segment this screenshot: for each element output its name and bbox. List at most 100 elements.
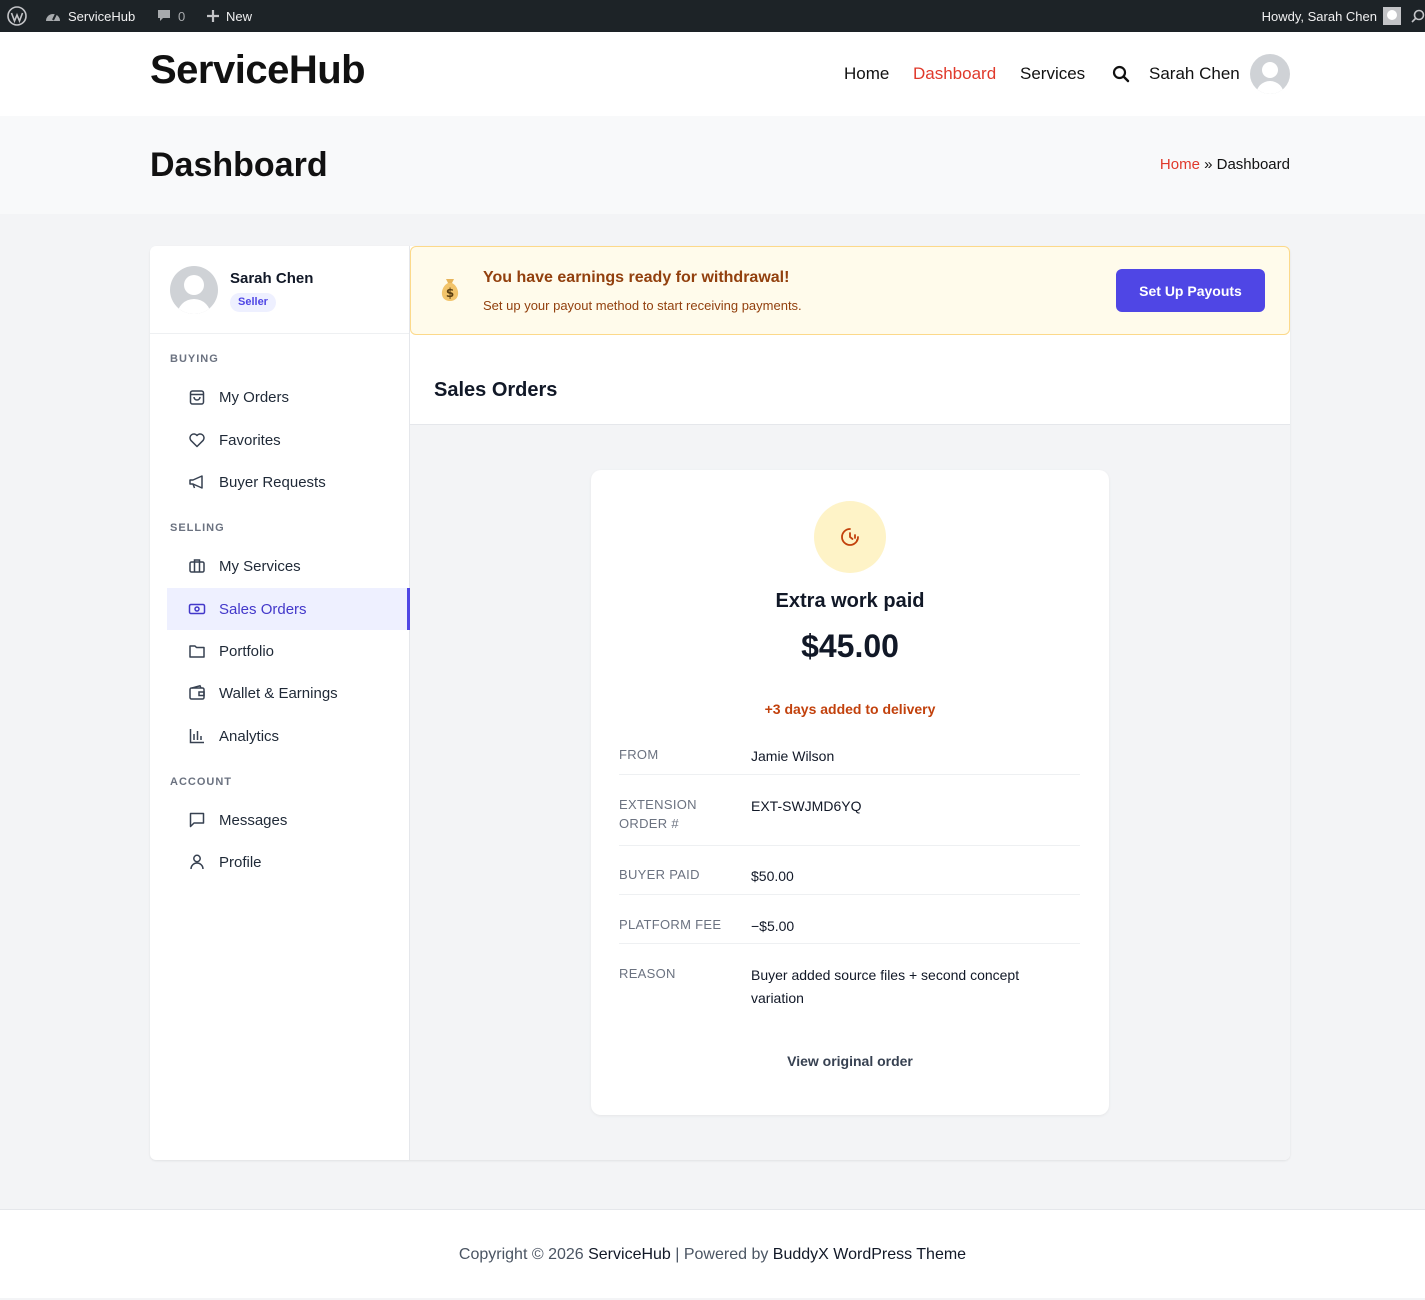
shopping-bag-icon xyxy=(187,387,207,407)
role-badge: Seller xyxy=(230,293,276,312)
sidebar-item-analytics[interactable]: Analytics xyxy=(167,715,410,757)
sidebar-user-name: Sarah Chen xyxy=(230,270,314,287)
header-user-name[interactable]: Sarah Chen xyxy=(1149,32,1240,116)
sidebar-item-label: Profile xyxy=(219,853,262,871)
admin-avatar xyxy=(1383,7,1401,25)
dashboard-container: Sarah Chen Seller BUYING My Orders Favor… xyxy=(150,246,1290,1160)
chat-bubble-icon xyxy=(187,810,207,830)
detail-label: BUYER PAID xyxy=(619,867,700,882)
alert-subtitle: Set up your payout method to start recei… xyxy=(483,298,802,313)
section-label-buying: BUYING xyxy=(170,353,219,365)
sidebar-item-my-services[interactable]: My Services xyxy=(167,545,410,587)
detail-value: −$5.00 xyxy=(751,918,795,934)
heart-icon xyxy=(187,430,207,450)
detail-value: Buyer added source files + second concep… xyxy=(751,967,1020,1006)
plus-icon xyxy=(206,9,220,23)
admin-comments-link[interactable]: 0 xyxy=(156,0,185,32)
dashboard-gauge-icon xyxy=(44,8,62,24)
detail-row-platform-fee: PLATFORM FEE −$5.00 xyxy=(619,915,1080,944)
section-label-selling: SELLING xyxy=(170,522,225,534)
cash-icon xyxy=(187,599,207,619)
detail-value: $50.00 xyxy=(751,868,794,884)
nav-services[interactable]: Services xyxy=(1020,32,1085,116)
sidebar-item-label: Favorites xyxy=(219,431,281,449)
bar-chart-icon xyxy=(187,726,207,746)
sidebar-item-label: Messages xyxy=(219,811,288,829)
sidebar-item-favorites[interactable]: Favorites xyxy=(167,419,410,461)
briefcase-icon xyxy=(187,556,207,576)
admin-new-label: New xyxy=(226,8,253,24)
comments-count: 0 xyxy=(178,8,186,24)
sidebar-item-label: Analytics xyxy=(219,727,280,745)
sidebar-item-buyer-requests[interactable]: Buyer Requests xyxy=(167,461,410,503)
alert-title: You have earnings ready for withdrawal! xyxy=(483,269,790,286)
sidebar-item-profile[interactable]: Profile xyxy=(167,841,410,883)
sidebar-item-label: Sales Orders xyxy=(219,600,307,618)
breadcrumb: Home » Dashboard xyxy=(1160,156,1290,173)
sidebar-item-label: My Orders xyxy=(219,388,290,406)
footer-theme-link[interactable]: BuddyX WordPress Theme xyxy=(773,1246,966,1263)
folder-icon xyxy=(187,641,207,661)
admin-bar: ServiceHub 0 New Howdy, Sarah Chen xyxy=(0,0,1425,32)
sidebar-item-messages[interactable]: Messages xyxy=(167,799,410,841)
footer-text: Copyright © 2026 ServiceHub | Powered by… xyxy=(0,1246,1425,1264)
user-icon xyxy=(187,852,207,872)
nav-dashboard[interactable]: Dashboard xyxy=(913,32,996,116)
sidebar-item-label: Portfolio xyxy=(219,642,275,660)
site-logo[interactable]: ServiceHub xyxy=(150,48,366,93)
card-title: Extra work paid xyxy=(775,590,925,612)
breadcrumb-current: Dashboard xyxy=(1216,156,1290,173)
avatar xyxy=(170,266,218,314)
extra-work-card: Extra work paid $45.00 +3 days added to … xyxy=(591,470,1109,1115)
footer-copyright: Copyright © 2026 xyxy=(458,1246,589,1263)
wordpress-logo-icon[interactable] xyxy=(7,0,27,32)
detail-row-reason: REASON Buyer added source files + second… xyxy=(619,964,1080,1014)
sidebar-profile: Sarah Chen Seller xyxy=(150,246,409,334)
nav-home[interactable]: Home xyxy=(844,32,889,116)
megaphone-icon xyxy=(187,472,207,492)
admin-site-link[interactable]: ServiceHub xyxy=(44,0,135,32)
clock-icon xyxy=(814,501,886,573)
admin-new-link[interactable]: New xyxy=(206,0,252,32)
header-avatar[interactable] xyxy=(1250,54,1290,94)
section-title: Sales Orders xyxy=(434,379,558,401)
admin-account-menu[interactable]: Howdy, Sarah Chen xyxy=(1262,0,1401,32)
sidebar-item-wallet[interactable]: Wallet & Earnings xyxy=(167,672,410,714)
detail-value: Jamie Wilson xyxy=(751,748,835,764)
detail-label: REASON xyxy=(619,966,676,981)
comment-icon xyxy=(156,8,172,24)
page-title: Dashboard xyxy=(150,146,328,184)
site-header: ServiceHub Home Dashboard Services Sarah… xyxy=(0,32,1425,116)
sidebar-item-label: Buyer Requests xyxy=(219,473,326,491)
sidebar-item-sales-orders[interactable]: Sales Orders xyxy=(167,588,410,630)
footer-site-link[interactable]: ServiceHub xyxy=(588,1246,671,1263)
detail-value: EXT-SWJMD6YQ xyxy=(751,798,862,814)
detail-row-buyer-paid: BUYER PAID $50.00 xyxy=(619,865,1080,895)
wallet-icon xyxy=(187,683,207,703)
detail-label: EXTENSION ORDER # xyxy=(619,797,697,831)
sales-orders-header: Sales Orders xyxy=(410,359,1290,425)
breadcrumb-separator: » xyxy=(1204,156,1213,173)
page-title-bar: Dashboard Home » Dashboard xyxy=(0,116,1425,214)
detail-label: FROM xyxy=(619,747,659,762)
sidebar-item-portfolio[interactable]: Portfolio xyxy=(167,630,410,672)
breadcrumb-home[interactable]: Home xyxy=(1160,156,1200,173)
delivery-note: +3 days added to delivery xyxy=(764,701,936,717)
dashboard-sidebar: Sarah Chen Seller BUYING My Orders Favor… xyxy=(150,246,410,1160)
detail-row-extension-order: EXTENSION ORDER # EXT-SWJMD6YQ xyxy=(619,795,1080,846)
sidebar-item-my-orders[interactable]: My Orders xyxy=(167,376,410,418)
howdy-text: Howdy, Sarah Chen xyxy=(1261,8,1377,24)
search-icon[interactable] xyxy=(1112,32,1130,116)
money-bag-icon: $ xyxy=(435,275,465,312)
set-up-payouts-button[interactable]: Set Up Payouts xyxy=(1116,269,1265,312)
admin-search-icon[interactable] xyxy=(1411,0,1425,32)
sidebar-item-label: Wallet & Earnings xyxy=(219,684,338,702)
svg-text:$: $ xyxy=(446,286,454,300)
detail-label: PLATFORM FEE xyxy=(619,917,722,932)
footer-powered-by: | Powered by xyxy=(670,1246,773,1263)
section-label-account: ACCOUNT xyxy=(170,776,232,788)
earnings-alert: $ You have earnings ready for withdrawal… xyxy=(410,246,1290,335)
view-original-order-link[interactable]: View original order xyxy=(591,1053,1109,1069)
site-footer: Copyright © 2026 ServiceHub | Powered by… xyxy=(0,1209,1425,1300)
detail-row-from: FROM Jamie Wilson xyxy=(619,745,1080,775)
